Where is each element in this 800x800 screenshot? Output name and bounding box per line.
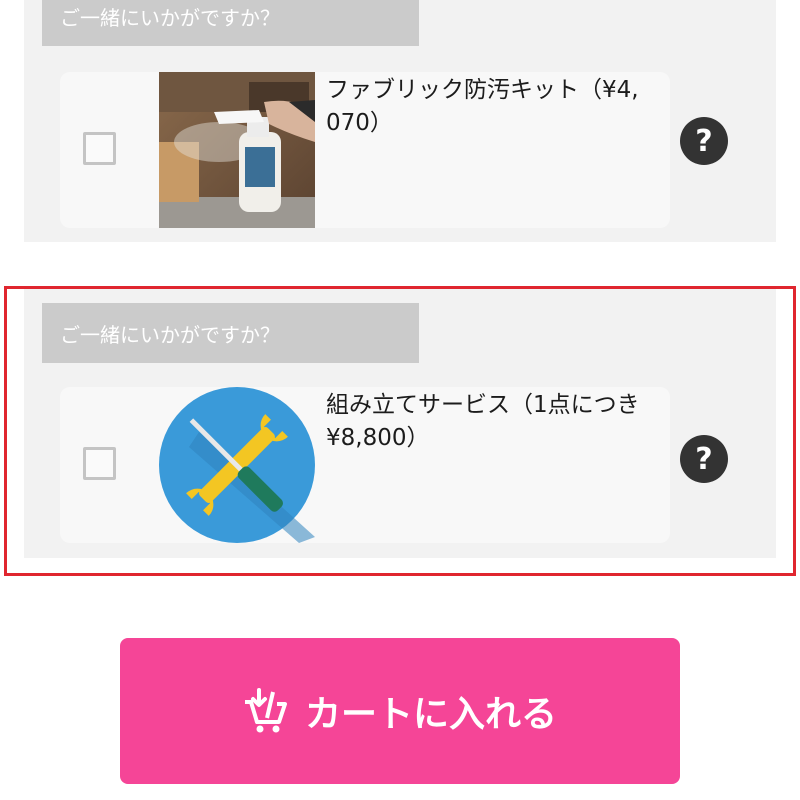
add-assembly-service-checkbox[interactable]	[83, 447, 116, 480]
product-card-fabric-kit: ファブリック防汚キット（¥4, 070）	[60, 72, 670, 228]
question-icon[interactable]: ?	[680, 117, 728, 165]
cart-add-icon	[244, 688, 287, 733]
upsell-section-assembly: ご一緒にいかがですか？ 組み立てサービス（1点につき ¥8,800） ?	[24, 288, 776, 558]
add-fabric-kit-checkbox[interactable]	[83, 132, 116, 165]
add-to-cart-button[interactable]: カートに入れる	[120, 638, 680, 784]
upsell-section-fabric-kit: ご一緒にいかがですか？ ファブリック防汚キット（¥4, 070） ?	[24, 0, 776, 242]
product-title: ファブリック防汚キット（¥4, 070）	[326, 77, 639, 136]
add-to-cart-label: カートに入れる	[304, 694, 557, 735]
section-header: ご一緒にいかがですか？	[42, 303, 419, 363]
product-card-assembly: 組み立てサービス（1点につき ¥8,800）	[60, 387, 670, 543]
product-title: 組み立てサービス（1点につき ¥8,800）	[326, 392, 640, 451]
question-icon[interactable]: ?	[680, 435, 728, 483]
section-header-label: ご一緒にいかがですか？	[60, 322, 280, 347]
fabric-spray-photo	[159, 72, 315, 228]
tools-icon	[159, 387, 315, 543]
section-header: ご一緒にいかがですか？	[42, 0, 419, 46]
section-header-label: ご一緒にいかがですか？	[60, 5, 280, 30]
